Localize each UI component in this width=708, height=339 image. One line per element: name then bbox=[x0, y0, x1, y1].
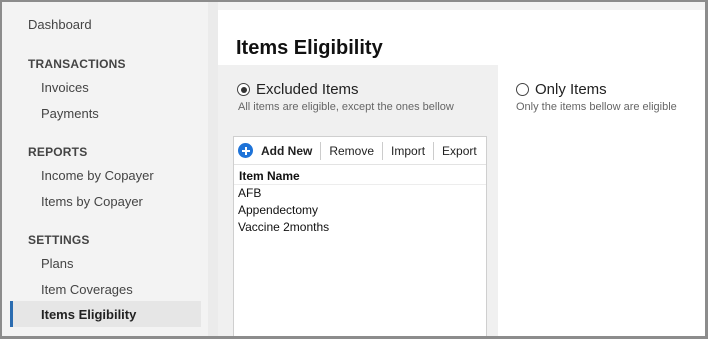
sidebar-item-label: Items Eligibility bbox=[41, 307, 137, 322]
excluded-items-description: All items are eligible, except the ones … bbox=[238, 101, 454, 113]
sidebar-item-invoices[interactable]: Invoices bbox=[41, 80, 89, 95]
item-name-column-header[interactable]: Item Name bbox=[239, 169, 300, 183]
list-item[interactable]: AFB bbox=[238, 186, 261, 200]
sidebar-item-items-by-copayer[interactable]: Items by Copayer bbox=[41, 194, 143, 209]
only-items-radio[interactable] bbox=[516, 83, 529, 96]
page-title: Items Eligibility bbox=[236, 37, 383, 59]
sidebar-item-items-eligibility[interactable]: Items Eligibility bbox=[10, 301, 201, 327]
only-items-label: Only Items bbox=[535, 81, 607, 98]
sidebar-item-plans[interactable]: Plans bbox=[41, 256, 74, 271]
only-items-option[interactable]: Only Items bbox=[516, 81, 607, 98]
excluded-items-label: Excluded Items bbox=[256, 81, 359, 98]
main-content: Items Eligibility Excluded Items All ite… bbox=[218, 10, 705, 336]
only-items-description: Only the items bellow are eligible bbox=[516, 101, 677, 113]
export-button[interactable]: Export bbox=[433, 141, 485, 160]
sidebar: Dashboard TRANSACTIONS Invoices Payments… bbox=[2, 2, 208, 336]
sidebar-item-payments[interactable]: Payments bbox=[41, 106, 99, 121]
list-item[interactable]: Appendectomy bbox=[238, 203, 318, 217]
sidebar-section-settings: SETTINGS bbox=[28, 233, 90, 247]
sidebar-divider bbox=[208, 2, 218, 336]
sidebar-item-item-coverages[interactable]: Item Coverages bbox=[41, 282, 133, 297]
items-list: Add New Remove Import Export Item Name A… bbox=[233, 136, 487, 336]
remove-button[interactable]: Remove bbox=[320, 141, 382, 160]
excluded-items-option[interactable]: Excluded Items bbox=[237, 81, 359, 98]
list-item[interactable]: Vaccine 2months bbox=[238, 220, 329, 234]
add-new-label: Add New bbox=[261, 143, 313, 158]
plus-circle-icon bbox=[238, 143, 253, 158]
excluded-items-radio[interactable] bbox=[237, 83, 250, 96]
sidebar-item-dashboard[interactable]: Dashboard bbox=[28, 17, 92, 32]
sidebar-item-income-by-copayer[interactable]: Income by Copayer bbox=[41, 168, 154, 183]
add-new-button[interactable]: Add New bbox=[234, 142, 320, 160]
header-divider bbox=[234, 184, 486, 185]
sidebar-section-transactions: TRANSACTIONS bbox=[28, 57, 126, 71]
import-button[interactable]: Import bbox=[382, 141, 433, 160]
sidebar-section-reports: REPORTS bbox=[28, 145, 88, 159]
list-toolbar: Add New Remove Import Export bbox=[234, 137, 486, 165]
